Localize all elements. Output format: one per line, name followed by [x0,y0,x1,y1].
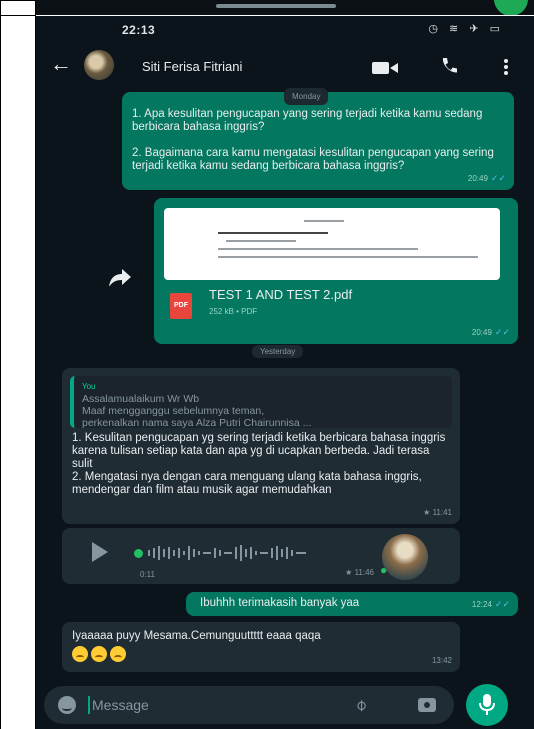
attach-icon[interactable]: ⌀ [350,695,371,716]
document-preview[interactable] [164,208,500,280]
message-time: 20:49 [471,328,492,337]
video-call-icon[interactable] [372,60,398,76]
message-meta: ★ 11:46 [345,566,374,579]
incoming-message[interactable]: Iyaaaaa puyy Mesama.Cemunguuttttt eaaa q… [62,622,460,672]
message-text: 1. Apa kesulitan pengucapan yang sering … [132,108,494,172]
star-icon: ★ [423,508,433,517]
preview-line [218,256,478,258]
status-bar: 22:13 ◷ ≋ ✈ ▭ [36,16,534,44]
previous-fab-button [494,0,528,15]
message-meta: 20:49 ✓✓ [468,172,506,185]
document-name[interactable]: TEST 1 AND TEST 2.pdf [209,288,352,301]
chat-header: ← Siti Ferisa Fitriani [36,44,534,88]
phone-call-icon[interactable] [439,56,459,76]
pdf-file-icon: PDF [170,293,192,319]
message-meta: ★ 11:41 [423,506,452,519]
read-ticks-icon: ✓✓ [494,327,510,337]
message-time: 11:46 [354,568,374,577]
preview-line [218,232,328,234]
message-placeholder: Message [92,697,149,713]
voice-waveform[interactable] [148,542,348,564]
emoji-picker-icon[interactable] [58,696,76,714]
message-meta: 20:49 ✓✓ [472,326,510,339]
phone-screen: 22:13 ◷ ≋ ✈ ▭ ← Siti Ferisa Fitriani Mon… [36,16,534,729]
voice-record-button[interactable] [466,684,508,726]
preview-line [218,248,418,250]
back-arrow-icon[interactable]: ← [50,52,72,76]
contact-name[interactable]: Siti Ferisa Fitriani [142,59,242,74]
home-indicator-bar [216,4,336,8]
voice-progress-dot[interactable] [134,549,143,558]
contact-avatar[interactable] [84,50,114,80]
mic-icon [479,694,495,715]
text-cursor [88,696,90,714]
preview-line [304,220,344,222]
status-icons: ◷ ≋ ✈ ▭ [428,23,504,35]
message-text: Ibuhhh terimakasih banyak yaa [200,597,360,609]
voice-duration: 0:11 [140,570,155,579]
star-icon: ★ [345,568,355,577]
message-input-bar: Message ⌀ [36,682,534,729]
quote-text: Assalamualaikum Wr Wb Maaf mengganggu se… [82,393,312,429]
incoming-message[interactable]: You Assalamualaikum Wr Wb Maaf menggangg… [62,368,460,524]
status-time: 22:13 [122,23,156,37]
message-text: 1. Kesulitan pengucapan yg sering terjad… [72,432,446,496]
message-input[interactable]: Message ⌀ [44,686,454,724]
frame-left-line [0,0,1,729]
date-label: Yesterday [252,345,304,358]
quote-author: You [82,382,96,391]
outgoing-message[interactable]: Monday 1. Apa kesulitan pengucapan yang … [122,88,514,190]
play-icon[interactable] [92,542,108,562]
camera-icon[interactable] [418,698,436,712]
emoji-icon [91,646,107,662]
emoji-icon [110,646,126,662]
forward-icon[interactable] [106,263,134,291]
message-time: 11:41 [432,508,452,517]
preview-line [226,240,296,242]
message-time: 20:49 [467,174,488,183]
outgoing-message[interactable]: Ibuhhh terimakasih banyak yaa 12:24 ✓✓ [186,592,518,616]
chat-area[interactable]: Monday 1. Apa kesulitan pengucapan yang … [36,88,534,672]
message-time: 12:24 [471,600,492,609]
read-ticks-icon: ✓✓ [494,599,510,609]
emoji-row [72,646,450,662]
quoted-message[interactable]: You Assalamualaikum Wr Wb Maaf menggangg… [70,376,452,429]
mic-badge-icon: ● [380,563,388,577]
document-meta: 252 kB • PDF [209,307,258,316]
document-message[interactable]: PDF TEST 1 AND TEST 2.pdf 252 kB • PDF 2… [154,198,518,344]
previous-screenshot-strip [36,0,534,15]
more-options-icon[interactable] [503,58,509,76]
message-meta: 12:24 ✓✓ [472,598,510,611]
message-time: 13:42 [431,656,452,665]
emoji-icon [72,646,88,662]
message-text: Iyaaaaa puyy Mesama.Cemunguuttttt eaaa q… [72,630,321,642]
voice-message[interactable]: 0:11 ★ 11:46 ● [62,528,460,584]
frame-row-divider [0,15,36,16]
read-ticks-icon: ✓✓ [490,173,506,183]
date-label: Monday [284,88,329,105]
